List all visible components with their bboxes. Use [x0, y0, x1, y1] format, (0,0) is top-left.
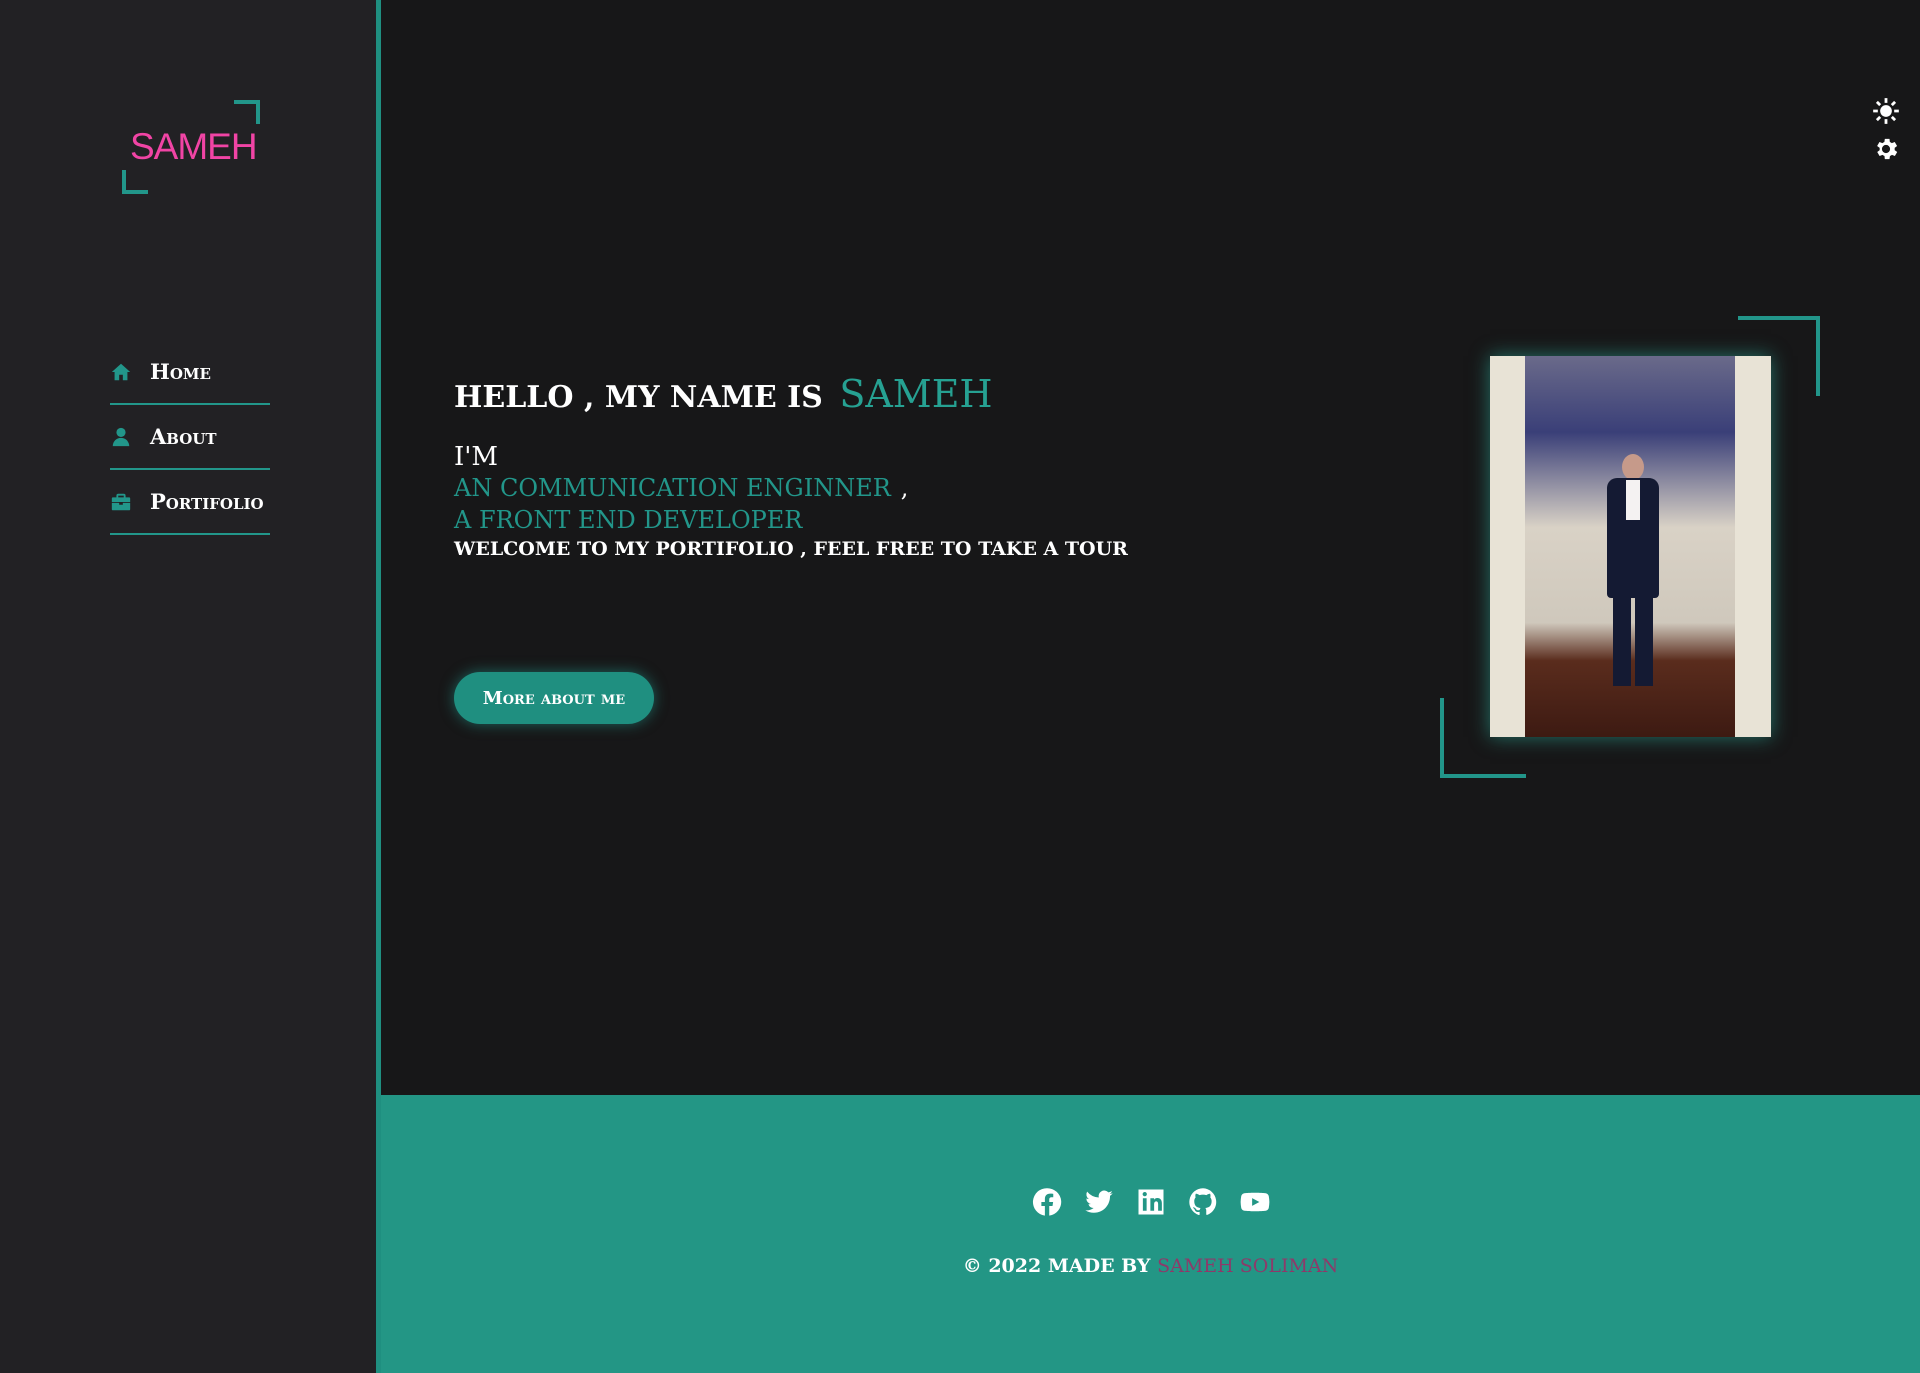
settings-panel [1872, 97, 1902, 173]
profile-photo-frame [1440, 316, 1820, 778]
facebook-icon[interactable] [1032, 1187, 1062, 1217]
person-shirt [1626, 480, 1640, 520]
footer: © 2022 MADE BY SAMEH SOLIMAN [381, 1095, 1920, 1373]
footer-credit: © 2022 MADE BY SAMEH SOLIMAN [381, 1255, 1920, 1277]
sidebar: SAMEH Home About Portifolio [0, 0, 381, 1373]
role-communication: AN COMMUNICATION ENGINNER [454, 474, 891, 502]
main-content: HELLO , MY NAME IS SAMEH I'M AN COMMUNIC… [386, 0, 1920, 1095]
hero: HELLO , MY NAME IS SAMEH I'M AN COMMUNIC… [454, 372, 1254, 560]
im-text: I'M [454, 442, 499, 472]
user-icon [110, 426, 140, 448]
github-icon[interactable] [1188, 1187, 1218, 1217]
youtube-icon[interactable] [1240, 1187, 1270, 1217]
greeting-heading: HELLO , MY NAME IS SAMEH [454, 372, 1254, 416]
linkedin-icon[interactable] [1136, 1187, 1166, 1217]
person-leg-right [1635, 596, 1653, 686]
logo[interactable]: SAMEH [122, 100, 260, 194]
nav-item-home[interactable]: Home [110, 340, 270, 405]
nav-label-about: About [150, 424, 217, 449]
credit-prefix: © 2022 MADE BY [962, 1255, 1151, 1277]
nav-label-portifolio: Portifolio [150, 489, 264, 514]
gear-icon[interactable] [1872, 135, 1902, 173]
hero-name: SAMEH [839, 372, 993, 416]
social-links [381, 1187, 1920, 1217]
nav-label-home: Home [150, 359, 211, 384]
main-nav: Home About Portifolio [110, 340, 270, 535]
person-head [1622, 454, 1644, 480]
logo-corner-bottom-left [122, 170, 148, 194]
nav-item-about[interactable]: About [110, 405, 270, 470]
more-about-me-button[interactable]: More about me [454, 672, 654, 724]
welcome-text: WELCOME TO MY PORTIFOLIO , FEEL FREE TO … [454, 538, 1128, 560]
logo-text: SAMEH [130, 126, 258, 167]
nav-item-portifolio[interactable]: Portifolio [110, 470, 270, 535]
briefcase-icon [110, 491, 140, 513]
twitter-icon[interactable] [1084, 1187, 1114, 1217]
logo-corner-top-right [234, 100, 260, 124]
role-separator: , [900, 474, 909, 502]
role-frontend: A FRONT END DEVELOPER [454, 506, 803, 534]
sun-icon[interactable] [1872, 97, 1902, 135]
profile-photo [1490, 356, 1771, 737]
greeting-text: HELLO , MY NAME IS [454, 380, 823, 415]
author-link[interactable]: SAMEH SOLIMAN [1157, 1255, 1338, 1277]
photo-scene [1525, 356, 1735, 737]
person-leg-left [1613, 596, 1631, 686]
home-icon [110, 361, 140, 383]
role-line-1: AN COMMUNICATION ENGINNER, [454, 472, 1254, 504]
